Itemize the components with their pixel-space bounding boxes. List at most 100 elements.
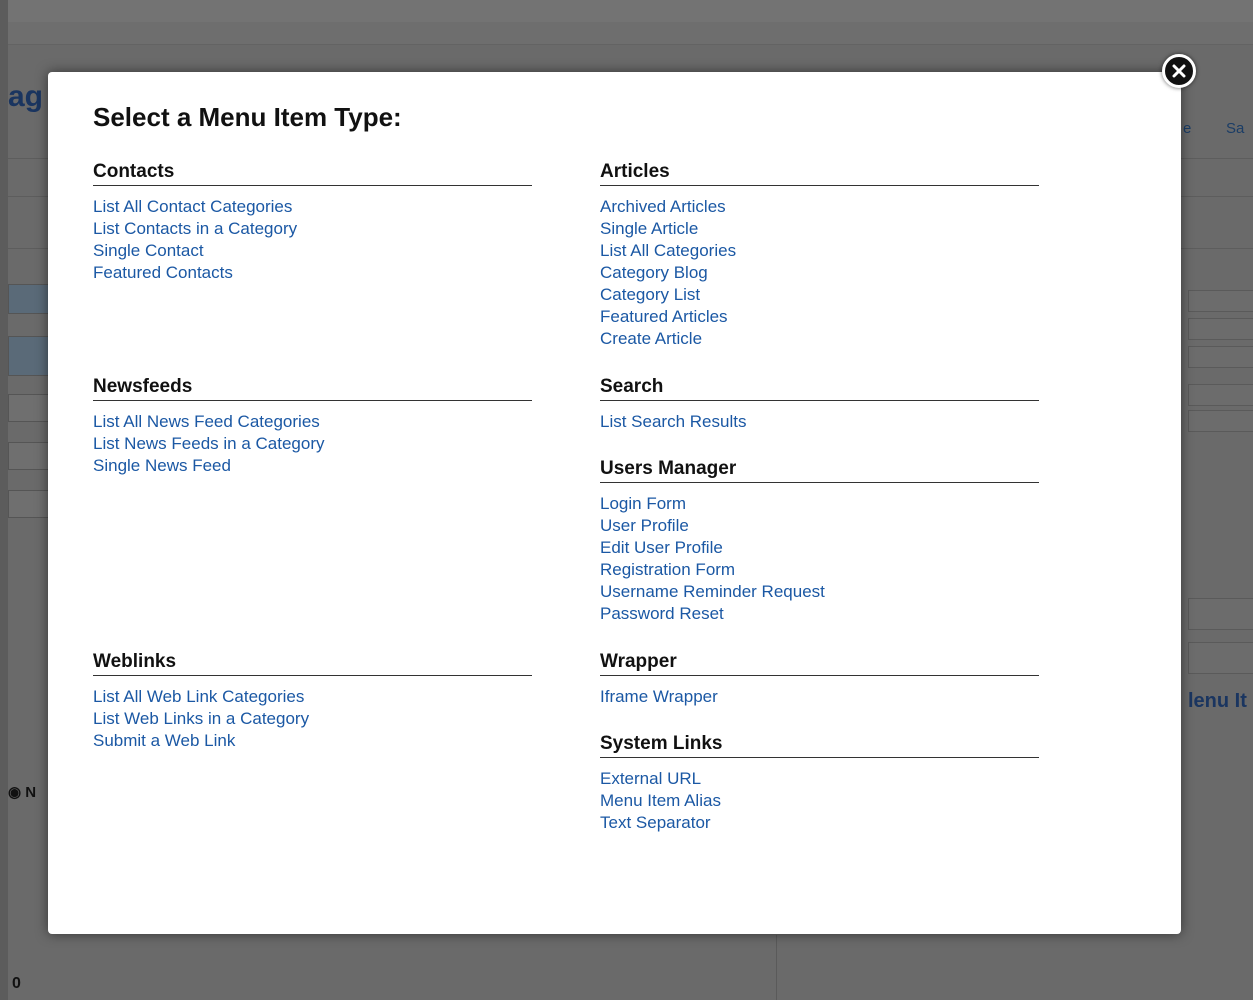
menu-type-link[interactable]: List Contacts in a Category <box>93 219 297 238</box>
list-item: Featured Articles <box>600 306 1039 328</box>
menu-type-link[interactable]: List All News Feed Categories <box>93 412 320 431</box>
list-item: List Contacts in a Category <box>93 218 532 240</box>
background-field <box>8 490 50 518</box>
list-item: Iframe Wrapper <box>600 686 1039 708</box>
group-heading: Contacts <box>93 161 532 186</box>
menu-type-link[interactable]: Iframe Wrapper <box>600 687 718 706</box>
list-item: List News Feeds in a Category <box>93 433 532 455</box>
menu-type-link[interactable]: List Search Results <box>600 412 746 431</box>
menu-type-link[interactable]: Featured Contacts <box>93 263 233 282</box>
background-divider <box>776 935 777 1000</box>
background-field <box>1188 598 1253 630</box>
menu-type-link[interactable]: Password Reset <box>600 604 724 623</box>
menu-type-link[interactable]: List Web Links in a Category <box>93 709 309 728</box>
menu-type-link[interactable]: List All Contact Categories <box>93 197 292 216</box>
menu-type-link[interactable]: Create Article <box>600 329 702 348</box>
list-item: Menu Item Alias <box>600 790 1039 812</box>
group-list: List All Web Link Categories List Web Li… <box>93 686 532 752</box>
menu-type-link[interactable]: Single News Feed <box>93 456 231 475</box>
list-item: User Profile <box>600 515 1039 537</box>
background-page-title: ag <box>8 80 44 113</box>
menu-type-link[interactable]: Category Blog <box>600 263 708 282</box>
list-item: Text Separator <box>600 812 1039 834</box>
menu-type-link[interactable]: User Profile <box>600 516 689 535</box>
close-icon <box>1172 64 1186 78</box>
group-articles: Articles Archived Articles Single Articl… <box>600 161 1039 350</box>
modal-title: Select a Menu Item Type: <box>93 102 402 132</box>
menu-type-link[interactable]: Edit User Profile <box>600 538 723 557</box>
list-item: Password Reset <box>600 603 1039 625</box>
background-field <box>1188 410 1253 432</box>
group-heading: Weblinks <box>93 651 532 676</box>
list-item: List All Categories <box>600 240 1039 262</box>
group-contacts: Contacts List All Contact Categories Lis… <box>93 161 532 284</box>
list-item: Single Article <box>600 218 1039 240</box>
menu-type-link[interactable]: Submit a Web Link <box>93 731 235 750</box>
group-weblinks: Weblinks List All Web Link Categories Li… <box>93 651 532 752</box>
group-users-manager: Users Manager Login Form User Profile Ed… <box>600 458 1039 625</box>
list-item: Submit a Web Link <box>93 730 532 752</box>
menu-type-link[interactable]: List All Web Link Categories <box>93 687 304 706</box>
background-field <box>1188 384 1253 406</box>
list-item: Create Article <box>600 328 1039 350</box>
group-list: Archived Articles Single Article List Al… <box>600 196 1039 350</box>
group-heading: Articles <box>600 161 1039 186</box>
list-item: Featured Contacts <box>93 262 532 284</box>
group-heading: Wrapper <box>600 651 1039 676</box>
background-field <box>1188 346 1253 368</box>
group-newsfeeds: Newsfeeds List All News Feed Categories … <box>93 376 532 477</box>
background-field <box>1188 318 1253 340</box>
group-wrapper: Wrapper Iframe Wrapper <box>600 651 1039 708</box>
menu-type-link[interactable]: External URL <box>600 769 701 788</box>
background-menu-item-heading: lenu It <box>1188 690 1247 712</box>
background-toolbar <box>8 0 1253 23</box>
group-heading: System Links <box>600 733 1039 758</box>
menu-type-link[interactable]: Username Reminder Request <box>600 582 825 601</box>
list-item: Category Blog <box>600 262 1039 284</box>
background-field <box>8 394 50 422</box>
background-field <box>8 336 50 376</box>
menu-type-link[interactable]: List All Categories <box>600 241 736 260</box>
list-item: List All Contact Categories <box>93 196 532 218</box>
group-list: Login Form User Profile Edit User Profil… <box>600 493 1039 625</box>
menu-type-link[interactable]: Single Article <box>600 219 698 238</box>
list-item: Archived Articles <box>600 196 1039 218</box>
menu-type-link[interactable]: List News Feeds in a Category <box>93 434 325 453</box>
background-field <box>8 284 50 314</box>
group-list: External URL Menu Item Alias Text Separa… <box>600 768 1039 834</box>
menu-type-link[interactable]: Menu Item Alias <box>600 791 721 810</box>
background-submenu <box>8 22 1253 45</box>
menu-type-link[interactable]: Featured Articles <box>600 307 728 326</box>
list-item: List Search Results <box>600 411 1039 433</box>
list-item: List All Web Link Categories <box>93 686 532 708</box>
list-item: Category List <box>600 284 1039 306</box>
list-item: Edit User Profile <box>600 537 1039 559</box>
background-field <box>1188 290 1253 312</box>
group-list: List All News Feed Categories List News … <box>93 411 532 477</box>
background-radio: ◉ N <box>8 784 37 801</box>
close-button[interactable] <box>1162 54 1196 88</box>
list-item: List Web Links in a Category <box>93 708 532 730</box>
background-field <box>1188 642 1253 674</box>
menu-type-link[interactable]: Login Form <box>600 494 686 513</box>
group-list: List Search Results <box>600 411 1039 433</box>
background-counter: 0 <box>12 975 21 992</box>
background-save-button: Sa <box>1226 120 1245 137</box>
group-system-links: System Links External URL Menu Item Alia… <box>600 733 1039 834</box>
menu-type-link[interactable]: Single Contact <box>93 241 204 260</box>
menu-type-link[interactable]: Text Separator <box>600 813 711 832</box>
group-heading: Search <box>600 376 1039 401</box>
list-item: External URL <box>600 768 1039 790</box>
group-search: Search List Search Results <box>600 376 1039 433</box>
group-heading: Newsfeeds <box>93 376 532 401</box>
menu-type-link[interactable]: Archived Articles <box>600 197 726 216</box>
list-item: Single News Feed <box>93 455 532 477</box>
background-toolbar-label: e <box>1183 120 1192 137</box>
menu-item-type-modal: Select a Menu Item Type: Contacts List A… <box>48 54 1196 934</box>
list-item: Single Contact <box>93 240 532 262</box>
menu-type-link[interactable]: Category List <box>600 285 700 304</box>
background-radio-label: N <box>25 784 37 801</box>
group-heading: Users Manager <box>600 458 1039 483</box>
menu-type-link[interactable]: Registration Form <box>600 560 735 579</box>
list-item: List All News Feed Categories <box>93 411 532 433</box>
